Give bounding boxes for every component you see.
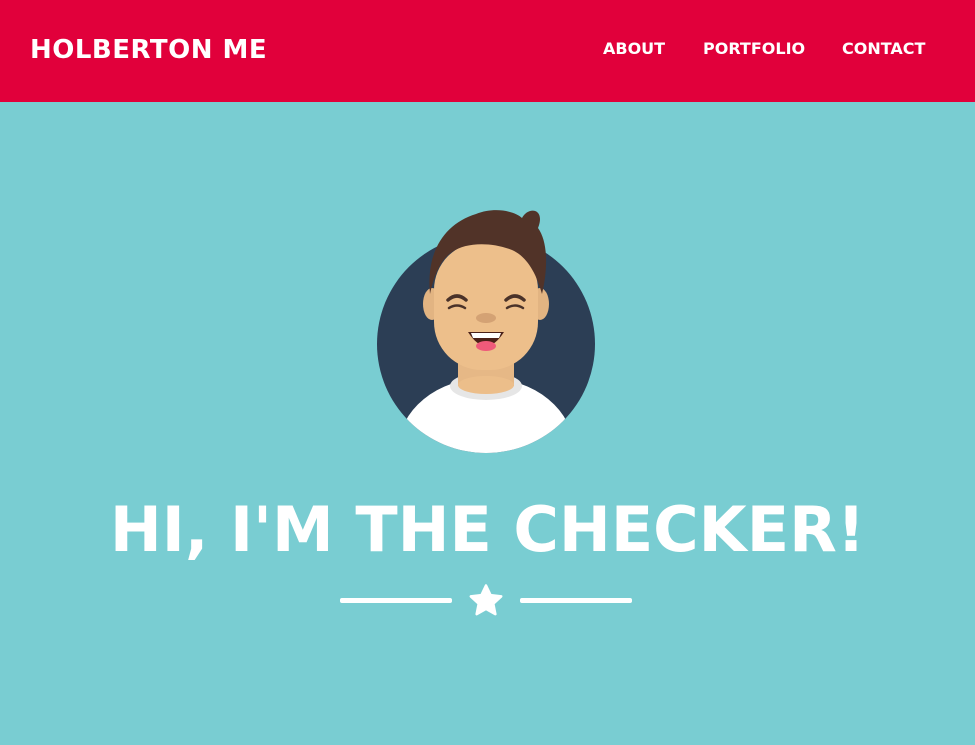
- nav-link-about[interactable]: ABOUT: [603, 38, 665, 60]
- nav-link-contact[interactable]: CONTACT: [842, 38, 925, 60]
- star-icon: [467, 582, 505, 620]
- divider-line-left: [340, 598, 452, 603]
- hero-heading: HI, I'M THE CHECKER!: [109, 493, 866, 566]
- brand-logo-link[interactable]: HOLBERTON ME: [30, 33, 267, 67]
- nav-link-portfolio[interactable]: PORTFOLIO: [703, 38, 805, 60]
- avatar-icon: [376, 202, 596, 454]
- navbar: HOLBERTON ME ABOUT PORTFOLIO CONTACT: [0, 0, 975, 102]
- divider-line-right: [520, 598, 632, 603]
